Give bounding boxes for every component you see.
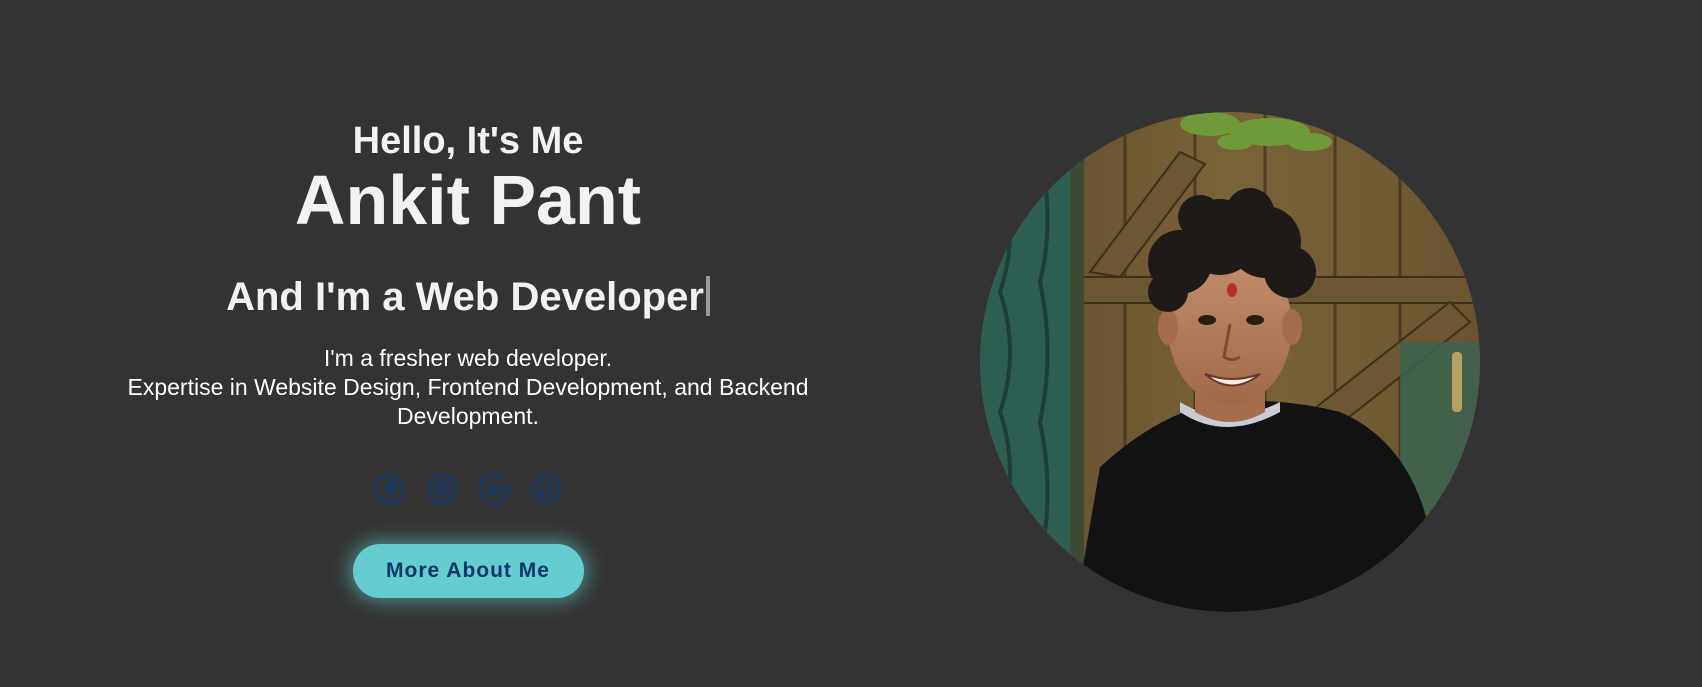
description-line: I'm a fresher web developer.: [323, 345, 613, 371]
linkedin-link[interactable]: [478, 473, 510, 505]
instagram-link[interactable]: [426, 473, 458, 505]
social-links: [88, 473, 848, 505]
role-text: And I'm a Web Developer: [226, 275, 704, 319]
instagram-icon: [427, 474, 457, 504]
button-wrapper: More About Me: [88, 544, 848, 598]
profile-photo: [980, 112, 1480, 612]
hero-text: Hello, It's Me Ankit Pant And I'm a Web …: [88, 112, 848, 598]
profile-photo-image: [980, 112, 1480, 612]
description-line: Expertise in Website Design, Frontend De…: [127, 374, 809, 429]
greeting: Hello, It's Me: [352, 120, 584, 162]
facebook-link[interactable]: [374, 473, 406, 505]
name-heading: Ankit Pant: [294, 161, 642, 239]
more-about-me-button[interactable]: More About Me: [352, 544, 584, 598]
typing-cursor: [705, 276, 710, 316]
hero-section: Hello, It's Me Ankit Pant And I'm a Web …: [0, 0, 1702, 687]
github-icon: [531, 474, 561, 504]
description: I'm a fresher web developer. Expertise i…: [88, 344, 848, 431]
facebook-icon: [375, 474, 405, 504]
role-heading: And I'm a Web Developer: [88, 274, 848, 320]
github-link[interactable]: [530, 473, 562, 505]
linkedin-icon: [479, 474, 509, 504]
